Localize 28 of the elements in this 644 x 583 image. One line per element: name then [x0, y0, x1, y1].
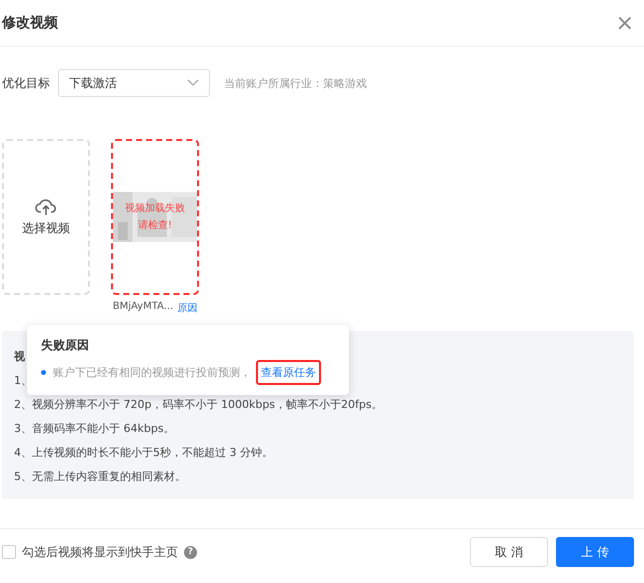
requirement-text: 1、 [14, 373, 32, 389]
checkbox-label: 勾选后视频将显示到快手主页 [22, 544, 178, 560]
upload-card[interactable]: 选择视频 [2, 139, 90, 295]
requirement-text: 5、无需上传内容重复的相同素材。 [14, 469, 186, 485]
requirement-text: 4、上传视频的时长不能小于5秒，不能超过 3 分钟。 [14, 445, 273, 461]
goal-select[interactable]: 下载激活 [58, 69, 210, 97]
failure-reason: 账户下已经有相同的视频进行投前预测， [53, 365, 251, 380]
reason-link[interactable]: 原因 [177, 301, 198, 315]
cloud-upload-icon [35, 198, 57, 216]
dialog-title: 修改视频 [2, 14, 58, 32]
goal-label: 优化目标 [2, 74, 50, 92]
chevron-down-icon [187, 79, 199, 87]
view-task-link[interactable]: 查看原任务 [256, 360, 321, 385]
popover-title: 失败原因 [41, 337, 90, 354]
requirements-title: 视 [14, 349, 25, 365]
error-message: 视频加载失败 [125, 202, 185, 216]
upload-button[interactable]: 上 传 [556, 537, 634, 567]
requirement-text: 3、音频码率不能小于 64kbps。 [14, 421, 175, 437]
help-icon[interactable]: ? [184, 546, 197, 558]
file-name: BMjAyMTA... [112, 301, 174, 314]
close-button[interactable]: × [612, 10, 638, 36]
show-on-homepage-checkbox[interactable] [2, 545, 16, 559]
error-message: 请检查! [138, 218, 172, 233]
requirement-text: 2、视频分辨率不小于 720p，码率不小于 1000kbps，帧率不小于20fps。 [14, 397, 383, 413]
industry-text: 当前账户所属行业：策略游戏 [224, 76, 367, 90]
cancel-button[interactable]: 取 消 [470, 537, 548, 567]
bullet-icon [41, 370, 46, 375]
upload-label: 选择视频 [22, 220, 70, 236]
